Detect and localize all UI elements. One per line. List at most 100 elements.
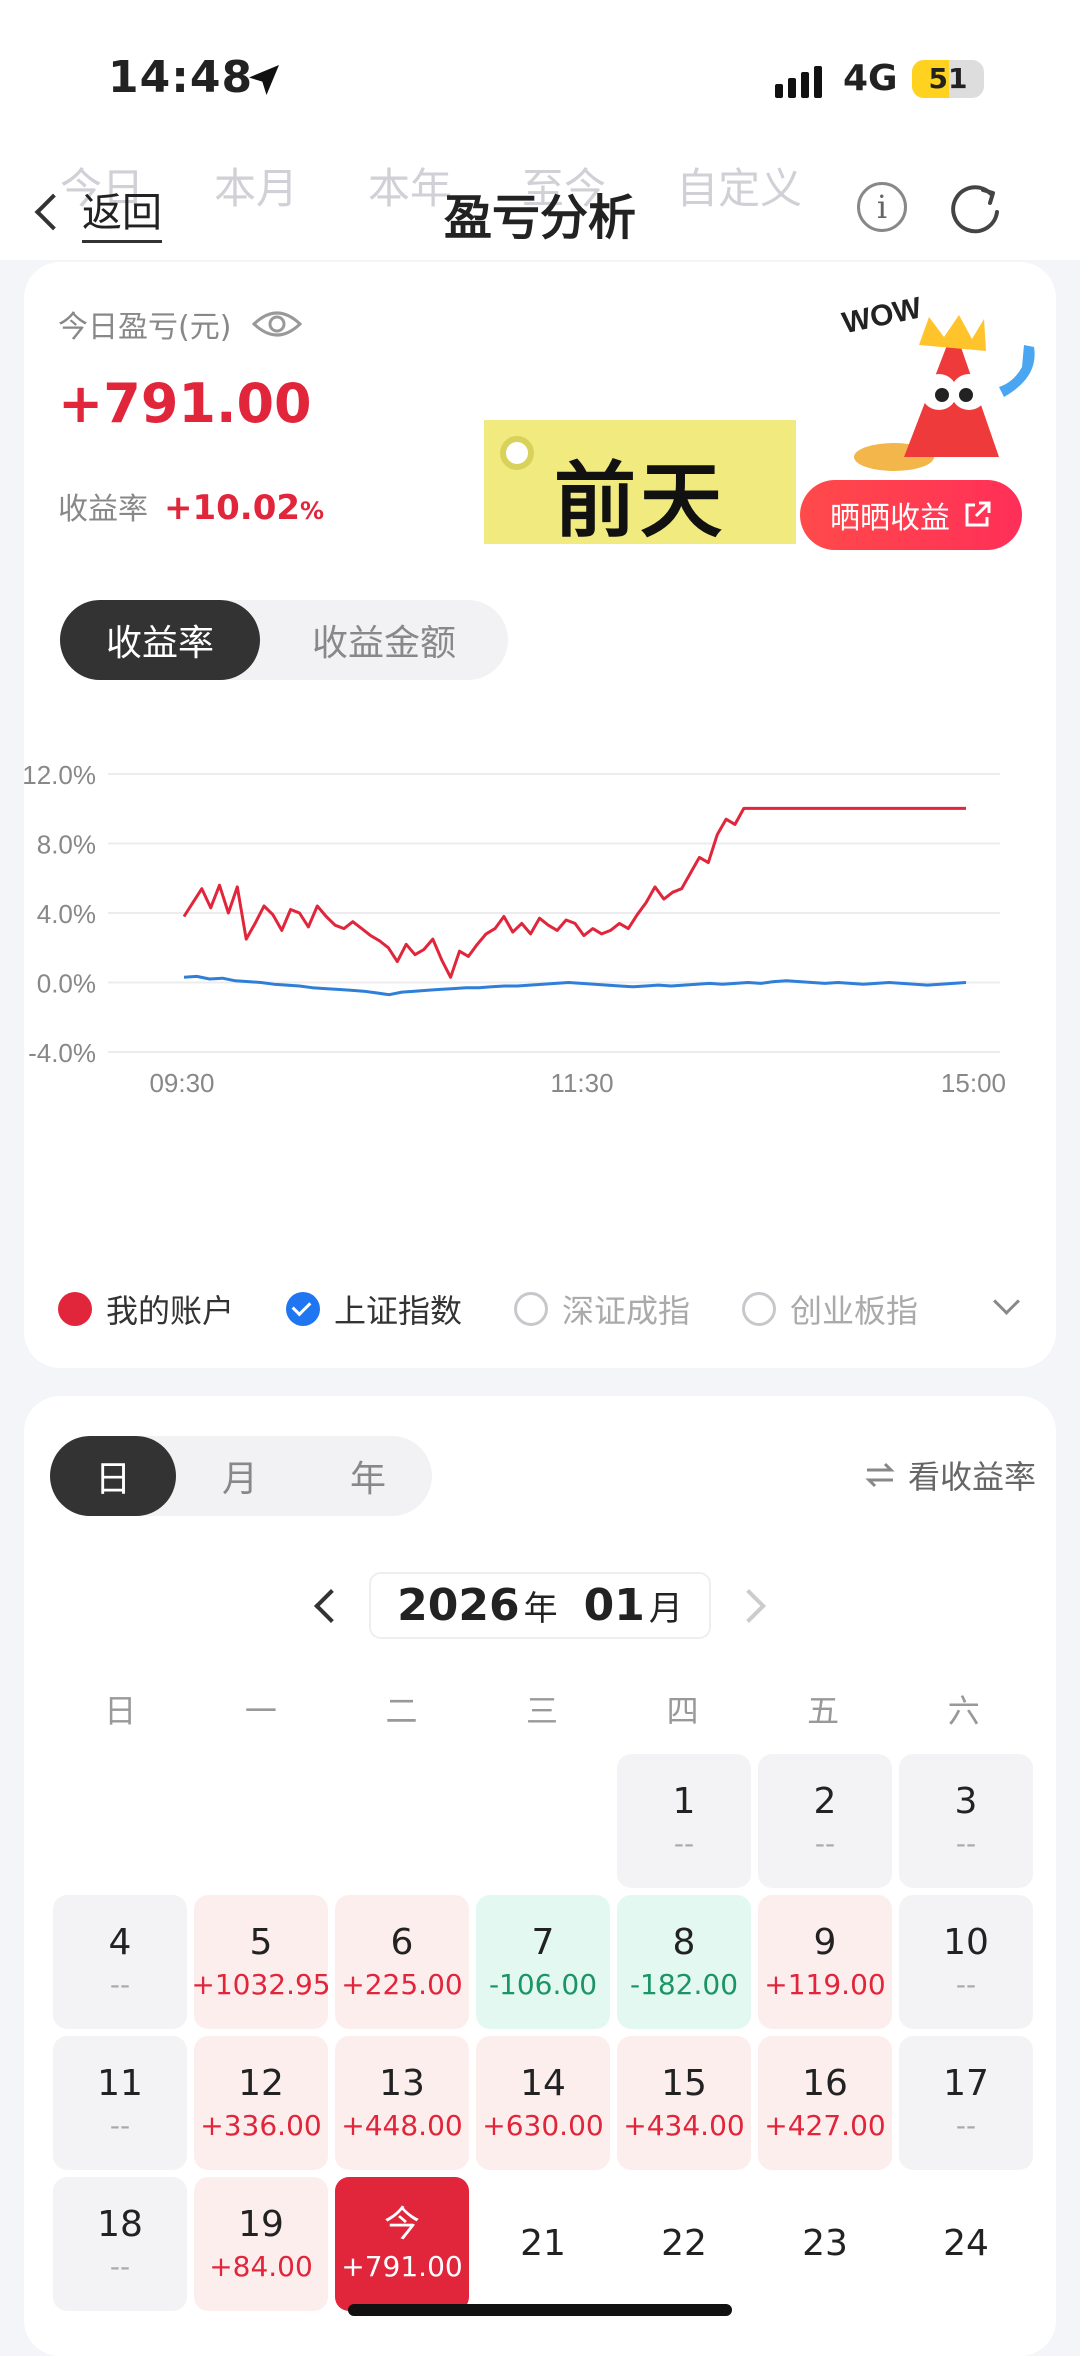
calendar-day[interactable]: 24 bbox=[899, 2177, 1033, 2311]
calendar-day[interactable]: 7 -106.00 bbox=[476, 1895, 610, 2029]
calendar-day-pnl: -106.00 bbox=[488, 1968, 598, 2002]
calendar-day-number: 4 bbox=[108, 1922, 132, 1964]
calendar-day-number: 7 bbox=[531, 1922, 555, 1964]
weekday-label: 六 bbox=[947, 1692, 980, 1730]
x-tick-label: 15:00 bbox=[941, 1068, 1006, 1098]
calendar-day[interactable]: 19 +84.00 bbox=[194, 2177, 328, 2311]
calendar-day[interactable]: 22 bbox=[617, 2177, 751, 2311]
weekday-label: 二 bbox=[385, 1692, 418, 1730]
calendar-day[interactable]: 18 -- bbox=[53, 2177, 187, 2311]
calendar-day-pnl: -182.00 bbox=[629, 1968, 739, 2002]
calendar-day[interactable]: 23 bbox=[758, 2177, 892, 2311]
calendar-day-number: 16 bbox=[802, 2063, 848, 2105]
back-label: 返回 bbox=[82, 180, 162, 243]
calendar-day[interactable]: 9 +119.00 bbox=[758, 1895, 892, 2029]
next-month-icon[interactable] bbox=[731, 1588, 766, 1623]
calendar-day[interactable]: 6 +225.00 bbox=[335, 1895, 469, 2029]
calendar-day-number: 24 bbox=[943, 2222, 989, 2264]
legend-label: 我的账户 bbox=[106, 1292, 235, 1330]
legend-my-account[interactable]: 我的账户 bbox=[58, 1286, 234, 1332]
chevron-down-icon[interactable] bbox=[993, 1288, 1020, 1315]
month-picker[interactable]: 2026 年 01 月 bbox=[369, 1572, 711, 1639]
calendar-day[interactable]: 2 -- bbox=[758, 1754, 892, 1888]
calendar-day-pnl: -- bbox=[109, 2109, 131, 2143]
calendar-day[interactable]: 4 -- bbox=[53, 1895, 187, 2029]
legend-label: 上证指数 bbox=[334, 1292, 463, 1330]
weekday-label: 五 bbox=[807, 1692, 840, 1730]
return-rate-number: +10.02 bbox=[164, 488, 301, 528]
eye-icon[interactable] bbox=[251, 308, 303, 340]
calendar-day-today[interactable]: 今 +791.00 bbox=[335, 2177, 469, 2311]
calendar-day[interactable]: 10 -- bbox=[899, 1895, 1033, 2029]
calendar-day-number: 2 bbox=[813, 1781, 837, 1823]
calendar-day-pnl: +225.00 bbox=[341, 1968, 463, 2002]
calendar-day-pnl: +630.00 bbox=[482, 2109, 604, 2143]
legend-szse-index[interactable]: 深证成指 bbox=[514, 1286, 690, 1332]
calendar-day[interactable]: 17 -- bbox=[899, 2036, 1033, 2170]
calendar-day[interactable]: 11 -- bbox=[53, 2036, 187, 2170]
calendar-day-pnl: -- bbox=[955, 1968, 977, 2002]
status-bar: 14:48 4G 51 bbox=[0, 0, 1080, 150]
share-earnings-button[interactable]: 晒晒收益 bbox=[800, 480, 1022, 550]
return-rate-label: 收益率 bbox=[58, 492, 148, 527]
y-tick-label: 12.0% bbox=[24, 760, 96, 790]
tab-return-amount[interactable]: 收益金额 bbox=[260, 600, 508, 680]
sticker-text: 前天 bbox=[553, 454, 726, 549]
chevron-left-icon bbox=[34, 193, 72, 230]
month-navigator: 2026 年 01 月 bbox=[24, 1572, 1056, 1639]
calendar-day-pnl: -- bbox=[814, 1827, 836, 1861]
pnl-calendar-card: 日 月 年 看收益率 2026 年 01 月 日 一 二 三 四 五 六 1 --… bbox=[24, 1396, 1056, 2356]
checkbox-empty-icon bbox=[514, 1292, 549, 1326]
calendar-day-number: 22 bbox=[661, 2222, 707, 2264]
calendar-day[interactable]: 16 +427.00 bbox=[758, 2036, 892, 2170]
calendar-day[interactable]: 15 +434.00 bbox=[617, 2036, 751, 2170]
calendar-day-pnl: +434.00 bbox=[623, 2109, 745, 2143]
series-line-my-account bbox=[182, 806, 966, 979]
calendar-day-pnl: +427.00 bbox=[764, 2109, 886, 2143]
today-pnl-label: 今日盈亏(元) bbox=[58, 310, 232, 345]
tab-day[interactable]: 日 bbox=[50, 1436, 176, 1516]
calendar-day-pnl: +791.00 bbox=[341, 2250, 463, 2284]
view-return-rate-button[interactable]: 看收益率 bbox=[864, 1452, 1036, 1498]
calendar-day[interactable]: 12 +336.00 bbox=[194, 2036, 328, 2170]
wow-mascot-illustration: WOW bbox=[839, 291, 1035, 471]
weekday-header: 日 一 二 三 四 五 六 bbox=[50, 1686, 1034, 1732]
weekday-label: 四 bbox=[666, 1692, 699, 1730]
tab-year[interactable]: 年 bbox=[304, 1436, 432, 1516]
weekday-label: 三 bbox=[526, 1692, 559, 1730]
calendar-day-number: 14 bbox=[520, 2063, 566, 2105]
y-tick-label: 4.0% bbox=[37, 899, 96, 929]
info-icon[interactable]: i bbox=[857, 182, 907, 232]
legend-sse-index[interactable]: 上证指数 bbox=[286, 1286, 462, 1332]
calendar-day[interactable]: 21 bbox=[476, 2177, 610, 2311]
page-title: 盈亏分析 bbox=[443, 190, 636, 246]
calendar-day-pnl: -- bbox=[955, 1827, 977, 1861]
calendar-day-pnl: -- bbox=[673, 1827, 695, 1861]
tab-month[interactable]: 月 bbox=[176, 1436, 304, 1516]
calendar-day[interactable]: 5 +1032.95 bbox=[191, 1895, 331, 2029]
calendar-day[interactable]: 1 -- bbox=[617, 1754, 751, 1888]
legend-label: 深证成指 bbox=[562, 1292, 691, 1330]
chart-legend: 我的账户 上证指数 深证成指 创业板指 bbox=[58, 1286, 1022, 1332]
calendar-day-number: 3 bbox=[954, 1781, 978, 1823]
battery-text: 51 bbox=[928, 62, 968, 95]
tab-return-rate[interactable]: 收益率 bbox=[60, 600, 260, 680]
today-pnl-label-row: 今日盈亏(元) bbox=[58, 302, 303, 346]
calendar-day-number: 21 bbox=[520, 2222, 566, 2264]
return-rate-unit: % bbox=[300, 497, 325, 525]
refresh-icon[interactable] bbox=[945, 180, 1005, 240]
calendar-day[interactable]: 13 +448.00 bbox=[335, 2036, 469, 2170]
chart-metric-toggle: 收益率 收益金额 bbox=[60, 600, 508, 680]
location-arrow-icon bbox=[249, 65, 279, 95]
calendar-day-number: 23 bbox=[802, 2222, 848, 2264]
calendar-day[interactable]: 14 +630.00 bbox=[476, 2036, 610, 2170]
back-button[interactable]: 返回 bbox=[34, 180, 162, 243]
calendar-day[interactable]: 3 -- bbox=[899, 1754, 1033, 1888]
legend-chinext-index[interactable]: 创业板指 bbox=[742, 1286, 918, 1332]
calendar-day-pnl: -- bbox=[955, 2109, 977, 2143]
calendar-day-pnl: -- bbox=[109, 2250, 131, 2284]
prev-month-icon[interactable] bbox=[314, 1588, 349, 1623]
calendar-day[interactable]: 8 -182.00 bbox=[617, 1895, 751, 2029]
y-tick-label: -4.0% bbox=[28, 1038, 96, 1068]
calendar-day-number: 今 bbox=[383, 2204, 420, 2246]
